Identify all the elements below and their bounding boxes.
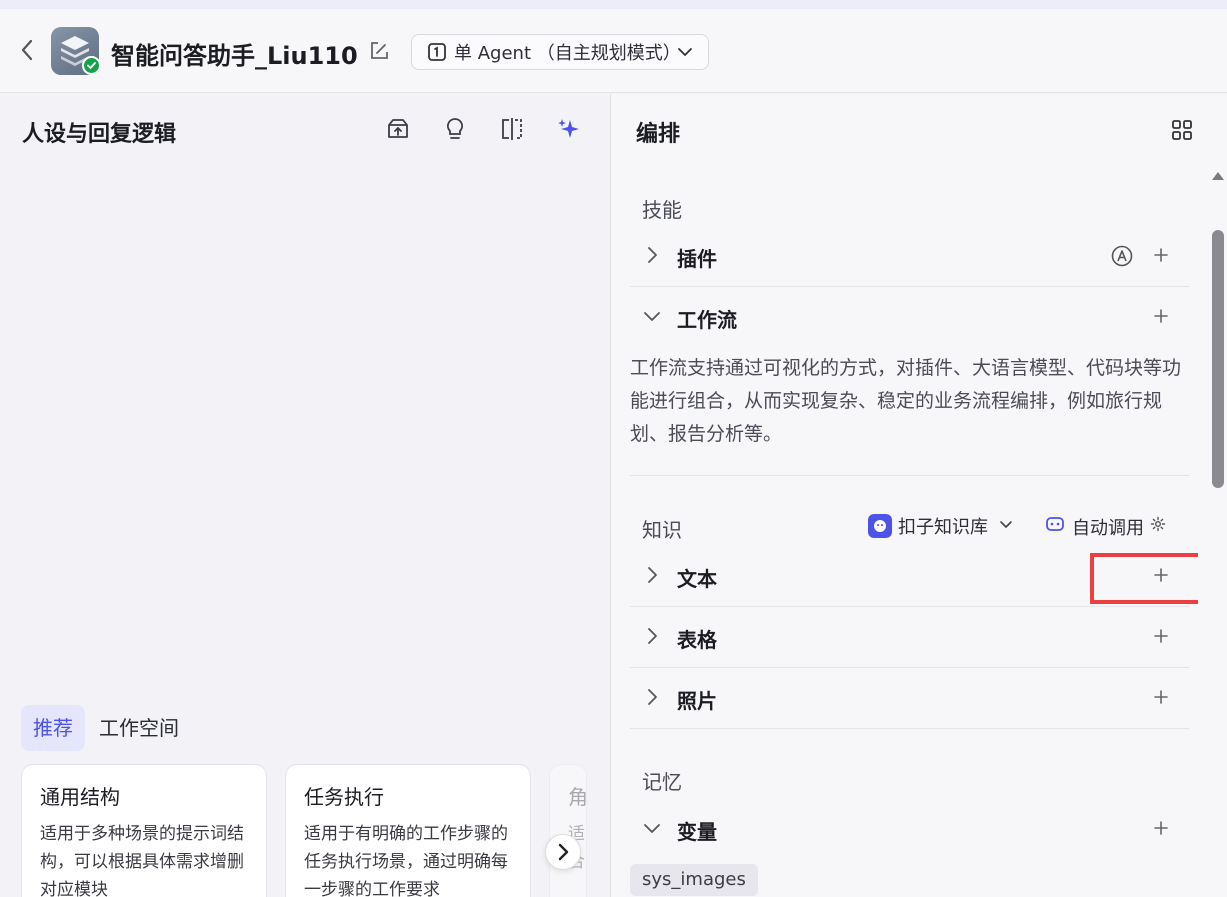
robot-icon [1044,513,1066,540]
persona-panel: 人设与回复逻辑 推荐 工作空间 通用结构 适用于多种场景的提示词结构，可以根据具… [0,94,611,897]
template-card[interactable]: 角 适合 [549,764,587,897]
knowledge-source-dropdown[interactable]: 扣子知识库 [868,513,1014,539]
plus-icon [1154,629,1168,643]
template-card-desc: 适用于有明确的工作步骤的任务执行场景，通过明确每一步骤的工作要求 [304,824,508,897]
chevron-down-icon [998,516,1014,537]
compare-icon[interactable] [499,116,525,142]
knowledge-text-label: 文本 [677,567,717,591]
back-icon[interactable] [14,37,40,63]
plus-icon [1154,821,1168,835]
template-card-title: 任务执行 [304,785,384,809]
knowledge-table-row[interactable]: 表格 [630,607,1189,668]
published-check-icon [82,56,101,75]
scroll-up-arrow-icon[interactable] [1212,172,1224,180]
coze-knowledge-logo-icon [868,514,892,538]
edit-icon[interactable] [368,40,390,62]
orchestration-title: 编排 [636,122,681,147]
plus-icon [1154,248,1168,262]
scrollbar-thumb[interactable] [1212,230,1224,488]
workflow-description: 工作流支持通过可视化的方式，对插件、大语言模型、代码块等功能进行组合，从而实现复… [630,357,1182,445]
chevron-right-icon[interactable] [642,626,662,646]
layout-grid-icon[interactable] [1170,118,1194,142]
add-photo-knowledge-button[interactable] [1150,686,1172,708]
template-card[interactable]: 任务执行 适用于有明确的工作步骤的任务执行场景，通过明确每一步骤的工作要求 [285,764,531,897]
auto-mode-icon[interactable] [1110,244,1134,268]
chevron-down-icon[interactable] [642,818,662,838]
lightbulb-icon[interactable] [442,116,468,142]
template-card[interactable]: 通用结构 适用于多种场景的提示词结构，可以根据具体需求增删对应模块 [21,764,267,897]
knowledge-source-label: 扣子知识库 [898,517,988,538]
plugin-label: 插件 [677,247,717,271]
knowledge-section-label: 知识 [642,518,682,542]
gear-icon[interactable] [1150,516,1166,537]
add-plugin-button[interactable] [1150,244,1172,266]
tab-workspace[interactable]: 工作空间 [87,705,191,751]
chevron-right-icon[interactable] [642,687,662,707]
variable-row[interactable]: 变量 [630,799,1189,860]
add-table-knowledge-button[interactable] [1150,625,1172,647]
carousel-next-button[interactable] [545,834,581,870]
plugin-row[interactable]: 插件 [630,226,1189,287]
plus-icon [1154,309,1168,323]
chevron-down-icon [676,43,694,66]
template-card-desc: 适用于多种场景的提示词结构，可以根据具体需求增删对应模块 [40,824,244,897]
agent-mode-label: 单 Agent （自主规划模式） [454,43,681,64]
agent-mode-icon [426,41,448,63]
template-card-title: 通用结构 [40,785,120,809]
chevron-right-icon[interactable] [642,565,662,585]
ai-optimize-icon[interactable] [556,116,582,142]
app-name: 智能问答助手_Liu110 [111,42,358,70]
workflow-label: 工作流 [677,308,737,332]
memory-section-label: 记忆 [642,770,682,794]
knowledge-photo-label: 照片 [677,689,717,713]
chevron-right-icon [558,843,569,861]
skills-section-label: 技能 [642,198,682,222]
knowledge-table-label: 表格 [677,628,717,652]
app-header: 智能问答助手_Liu110 单 Agent （自主规划模式） [0,9,1227,93]
section-divider [630,475,1189,476]
orchestration-panel: 编排 技能 插件 工作流 工作流支持通过可视化的方式，对插件、大语言模型、代码块… [612,94,1227,897]
knowledge-photo-row[interactable]: 照片 [630,668,1189,729]
chevron-right-icon[interactable] [642,245,662,265]
plus-icon [1154,690,1168,704]
chevron-down-icon[interactable] [642,306,662,326]
persona-title: 人设与回复逻辑 [22,122,177,147]
workflow-row[interactable]: 工作流 [630,287,1189,348]
add-workflow-button[interactable] [1150,305,1172,327]
auto-call-setting[interactable]: 自动调用 [1044,513,1166,540]
top-strip [0,0,1227,9]
tab-recommended[interactable]: 推荐 [21,705,85,751]
add-variable-button[interactable] [1150,817,1172,839]
highlight-annotation-box [1090,553,1207,604]
agent-mode-dropdown[interactable]: 单 Agent （自主规划模式） [411,34,709,70]
prompt-library-icon[interactable] [385,116,411,142]
variable-chip[interactable]: sys_images [630,864,758,896]
variable-label: 变量 [677,820,717,844]
auto-call-label: 自动调用 [1072,517,1144,539]
prompt-template-tabs: 推荐 工作空间 [21,704,193,752]
